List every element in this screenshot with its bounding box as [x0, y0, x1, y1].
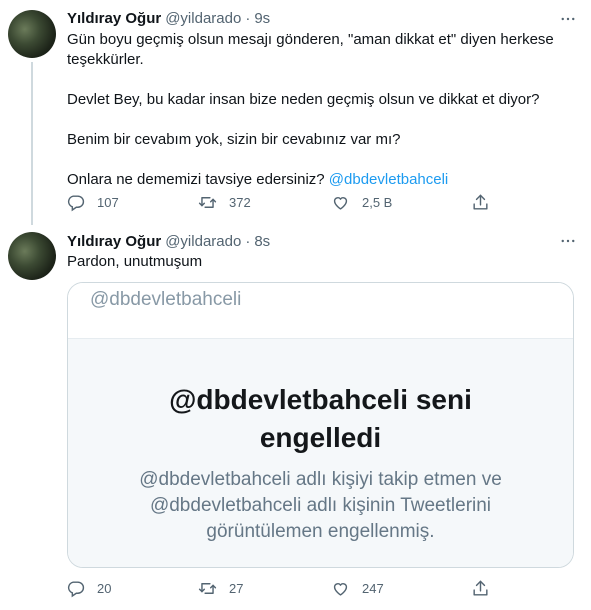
tweet-line-text: Onlara ne dememizi tavsiye edersiniz?	[67, 171, 329, 188]
like-icon	[333, 582, 348, 596]
more-icon[interactable]	[559, 232, 577, 250]
card-title-line: engelledi	[259, 422, 382, 453]
tweet-time[interactable]: 9s	[254, 10, 270, 27]
retweet-button[interactable]: 27	[198, 577, 243, 599]
tweet-line: Devlet Bey, bu kadar insan bize neden ge…	[67, 91, 540, 108]
tweet-line: Gün boyu geçmiş olsun mesajı gönderen, "…	[67, 31, 554, 48]
separator-dot: ·	[245, 232, 251, 250]
like-button[interactable]: 2,5 B	[331, 191, 392, 213]
tweet-line: Pardon, unutmuşum	[67, 253, 203, 270]
tweet-actions: 20 27 247	[62, 577, 522, 599]
tweet-header: Yıldıray Oğur @yildarado · 9s	[67, 8, 270, 28]
card-body: @dbdevletbahceli seni engelledi @dbdevle…	[68, 339, 573, 567]
like-icon	[333, 196, 348, 210]
card-desc-line: görüntülemen engellenmiş.	[206, 521, 435, 542]
avatar[interactable]	[8, 10, 56, 58]
blocked-card[interactable]: @dbdevletbahceli @dbdevletbahceli seni e…	[67, 282, 574, 568]
retweet-count: 27	[229, 580, 244, 596]
reply-icon	[67, 194, 85, 211]
reply-icon	[67, 580, 85, 597]
card-description: @dbdevletbahceli adlı kişiyi takip etmen…	[68, 467, 573, 545]
more-icon[interactable]	[559, 10, 577, 28]
card-header: @dbdevletbahceli	[68, 283, 573, 339]
tweet-text: Gün boyu geçmiş olsun mesajı gönderen, "…	[67, 30, 567, 190]
reply-button[interactable]: 107	[66, 191, 119, 213]
like-count: 247	[362, 580, 384, 596]
reply-button[interactable]: 20	[66, 577, 111, 599]
author-handle[interactable]: @yildarado	[165, 10, 241, 27]
share-button[interactable]	[471, 577, 490, 599]
retweet-icon	[198, 582, 217, 594]
avatar[interactable]	[8, 232, 56, 280]
share-button[interactable]	[471, 191, 490, 213]
like-button[interactable]: 247	[331, 577, 384, 599]
author-name[interactable]: Yıldıray Oğur	[67, 10, 161, 27]
retweet-count: 372	[229, 194, 251, 210]
tweet-time[interactable]: 8s	[254, 233, 270, 250]
reply-count: 107	[97, 194, 119, 210]
card-title-line: @dbdevletbahceli seni	[169, 384, 472, 415]
mention-link[interactable]: @dbdevletbahceli	[329, 171, 448, 188]
card-title: @dbdevletbahceli seni engelledi	[68, 381, 573, 457]
tweet-actions: 107 372 2,5 B	[62, 191, 522, 213]
share-icon	[473, 580, 488, 596]
tweet-line: teşekkürler.	[67, 51, 144, 68]
tweet-line: Onlara ne dememizi tavsiye edersiniz? @d…	[67, 170, 567, 190]
author-name[interactable]: Yıldıray Oğur	[67, 233, 161, 250]
share-icon	[473, 194, 488, 210]
card-handle: @dbdevletbahceli	[90, 289, 242, 310]
tweet-1[interactable]: Yıldıray Oğur @yildarado · 9s Gün boyu g…	[0, 0, 591, 225]
card-desc-line: @dbdevletbahceli adlı kişinin Tweetlerin…	[149, 495, 492, 516]
like-count: 2,5 B	[362, 194, 393, 210]
reply-count: 20	[97, 580, 112, 596]
retweet-icon	[198, 196, 217, 208]
card-desc-line: @dbdevletbahceli adlı kişiyi takip etmen…	[139, 469, 502, 490]
separator-dot: ·	[245, 9, 251, 27]
author-handle[interactable]: @yildarado	[165, 233, 241, 250]
tweet-header: Yıldıray Oğur @yildarado · 8s	[67, 231, 270, 251]
thread-line	[31, 62, 33, 225]
tweet-text: Pardon, unutmuşum	[67, 252, 567, 272]
tweet-line: Benim bir cevabım yok, sizin bir cevabın…	[67, 131, 401, 148]
retweet-button[interactable]: 372	[198, 191, 251, 213]
